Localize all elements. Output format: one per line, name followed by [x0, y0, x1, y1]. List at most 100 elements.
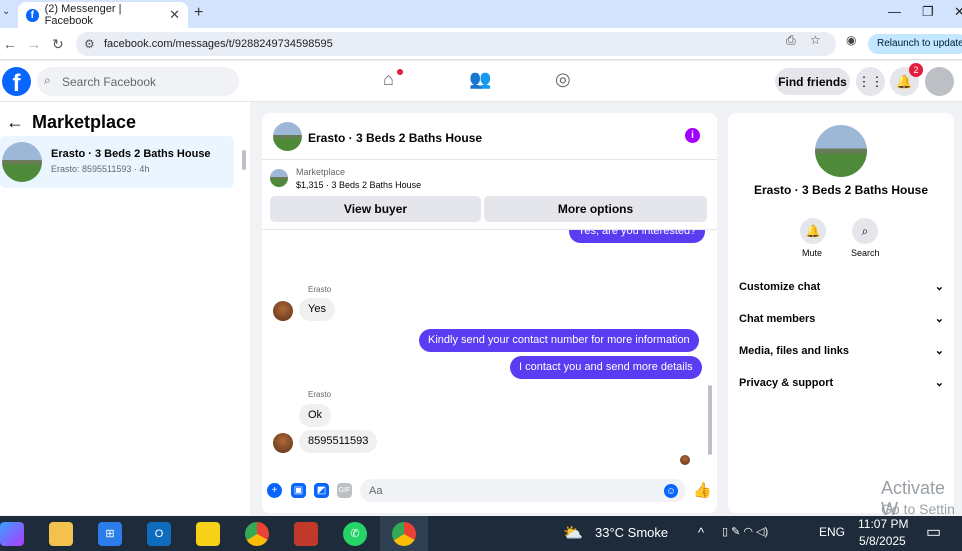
back-icon[interactable]: ←	[3, 36, 17, 52]
restore-icon[interactable]: ❐	[922, 4, 934, 20]
tray-chevron-icon[interactable]: ^	[698, 525, 704, 540]
chrome-icon[interactable]	[245, 522, 269, 546]
conversation-name: Erasto · 3 Beds 2 Baths House	[51, 148, 211, 160]
copilot-icon[interactable]	[0, 522, 24, 546]
store-icon[interactable]: ⊞	[98, 522, 122, 546]
facebook-favicon-icon: f	[26, 8, 39, 22]
listing-price-title[interactable]: $1,315 · 3 Beds 2 Baths House	[296, 180, 421, 190]
panel-title: ← Marketplace	[6, 112, 144, 133]
marketplace-chats-panel: ← Marketplace Erasto · 3 Beds 2 Baths Hou…	[0, 102, 250, 515]
message-incoming: Ok	[299, 404, 332, 427]
chevron-down-icon: ⌄	[934, 345, 944, 357]
chevron-down-icon: ⌄	[934, 377, 944, 389]
listing-thumbnail	[2, 142, 42, 182]
home-icon[interactable]: ⌂	[383, 69, 394, 90]
back-arrow-icon[interactable]: ←	[6, 112, 24, 132]
message-outgoing: I contact you and send more details	[510, 356, 702, 379]
notification-center-icon[interactable]: ▭	[926, 522, 941, 542]
search-placeholder: Search Facebook	[62, 75, 157, 89]
customize-chat-row[interactable]: Customize chat ⌄	[739, 281, 944, 293]
file-explorer-icon[interactable]	[49, 522, 73, 546]
weather-text[interactable]: 33°C Smoke	[595, 525, 668, 540]
facebook-logo-icon[interactable]: f	[2, 67, 31, 97]
site-info-icon[interactable]: ⚙	[84, 37, 95, 51]
relaunch-button[interactable]: Relaunch to update	[868, 34, 962, 54]
friends-icon[interactable]: 👥	[469, 69, 491, 90]
new-tab-button[interactable]: +	[194, 4, 203, 22]
bookmark-star-icon[interactable]: ☆	[810, 33, 821, 47]
clock-date[interactable]: 5/8/2025	[859, 534, 906, 548]
conversation-item[interactable]: Erasto · 3 Beds 2 Baths House Erasto: 85…	[0, 136, 234, 188]
reload-icon[interactable]: ↻	[52, 36, 64, 53]
groups-icon[interactable]: ◎	[555, 69, 571, 90]
more-options-button[interactable]: More options	[484, 196, 707, 222]
outlook-icon[interactable]: O	[147, 522, 171, 546]
address-bar[interactable]: ⚙ facebook.com/messages/t/92882497345985…	[76, 32, 836, 56]
activate-windows-subtext: Go to Settin	[881, 501, 955, 517]
listing-mini-thumbnail	[270, 169, 288, 187]
tab-close-icon[interactable]: ✕	[169, 7, 180, 23]
sender-avatar[interactable]	[273, 433, 293, 453]
sender-label: Erasto	[308, 285, 332, 294]
plus-icon[interactable]: +	[267, 483, 282, 498]
like-icon[interactable]: 👍	[693, 483, 712, 498]
sticky-notes-icon[interactable]	[196, 522, 220, 546]
privacy-support-row[interactable]: Privacy & support ⌄	[739, 377, 944, 389]
tray-icons[interactable]: ▯ ✎ ◠ ◁)	[722, 525, 768, 538]
media-files-links-row[interactable]: Media, files and links ⌄	[739, 345, 944, 357]
sender-avatar[interactable]	[273, 301, 293, 321]
sticker-icon[interactable]: ◩	[314, 483, 329, 498]
url-text: facebook.com/messages/t/9288249734598595	[104, 38, 333, 50]
whatsapp-icon[interactable]: ✆	[343, 522, 367, 546]
composer: + ▣ ◩ GIF Aa ☺ 👍	[262, 475, 717, 513]
tab-search-chevron-icon[interactable]: ⌄	[2, 6, 10, 17]
chat-header: Erasto · 3 Beds 2 Baths House i	[262, 113, 717, 160]
marketplace-title: Marketplace	[32, 112, 137, 132]
language-indicator[interactable]: ENG	[819, 525, 845, 539]
bell-mute-icon[interactable]: 🔔	[800, 218, 826, 244]
facebook-header: f ⌕ Search Facebook ⌂ 👥 ◎ Find friends ⋮…	[0, 61, 962, 102]
browser-tab[interactable]: f (2) Messenger | Facebook ✕	[18, 2, 188, 28]
message-outgoing: Kindly send your contact number for more…	[419, 329, 699, 352]
clock-time[interactable]: 11:07 PM	[858, 517, 908, 531]
profile-icon[interactable]: ◉	[846, 33, 856, 47]
chevron-down-icon: ⌄	[934, 281, 944, 293]
profile-listing-photo[interactable]	[815, 125, 867, 177]
sender-label: Erasto	[308, 390, 332, 399]
paint-icon[interactable]	[294, 522, 318, 546]
search-label: Search	[851, 248, 880, 258]
chat-members-row[interactable]: Chat members ⌄	[739, 313, 944, 325]
search-icon: ⌕	[44, 73, 51, 87]
chat-listing-avatar[interactable]	[273, 122, 302, 151]
chat-title[interactable]: Erasto · 3 Beds 2 Baths House	[308, 131, 482, 145]
message-thread[interactable]: Yes, are you interested? Erasto Yes Kind…	[262, 229, 717, 469]
view-buyer-button[interactable]: View buyer	[270, 196, 481, 222]
search-facebook-input[interactable]: ⌕ Search Facebook	[37, 67, 239, 96]
windows-taskbar: ⊞ O ✆ ⛅ 33°C Smoke ^ ▯ ✎ ◠ ◁) ENG 11:07 …	[0, 516, 962, 551]
minimize-icon[interactable]: —	[888, 4, 901, 19]
menu-grid-icon[interactable]: ⋮⋮	[856, 67, 885, 96]
search-chat-icon[interactable]: ⌕	[852, 218, 878, 244]
chevron-down-icon: ⌄	[934, 313, 944, 325]
chat-details-panel: Erasto · 3 Beds 2 Baths House 🔔 Mute ⌕ S…	[728, 113, 954, 513]
weather-icon[interactable]: ⛅	[563, 523, 583, 543]
account-avatar[interactable]	[925, 67, 954, 96]
find-friends-button[interactable]: Find friends	[775, 68, 850, 95]
seen-receipt-avatar	[680, 455, 690, 465]
home-notification-dot	[397, 69, 403, 75]
left-scrollbar[interactable]	[242, 150, 246, 170]
forward-icon[interactable]: →	[27, 36, 41, 52]
conversation-preview: Erasto: 8595511593 · 4h	[51, 164, 150, 174]
install-app-icon[interactable]: ⎙	[786, 33, 796, 48]
gif-icon[interactable]: GIF	[337, 483, 352, 498]
thread-scrollbar[interactable]	[708, 385, 712, 455]
emoji-icon[interactable]: ☺	[664, 484, 678, 498]
notification-badge: 2	[909, 63, 923, 77]
message-outgoing: Yes, are you interested?	[569, 230, 706, 243]
image-icon[interactable]: ▣	[291, 483, 306, 498]
info-icon[interactable]: i	[685, 128, 700, 143]
message-input[interactable]: Aa	[360, 479, 686, 502]
chrome-profile-icon[interactable]	[392, 522, 416, 546]
close-window-icon[interactable]: ✕	[954, 4, 962, 20]
marketplace-label: Marketplace	[296, 167, 346, 177]
